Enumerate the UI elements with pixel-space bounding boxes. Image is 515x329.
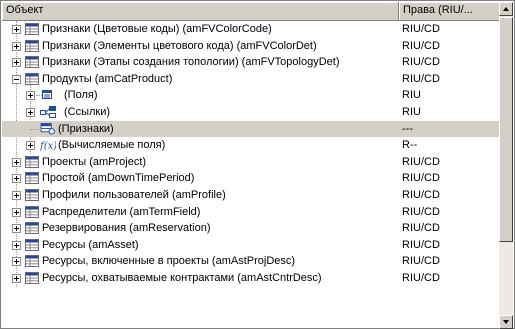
table-icon [25,23,39,35]
expand-plus-icon[interactable] [26,141,35,151]
row-label: Ресурсы, включенные в проекты (amAstProj… [42,255,296,268]
row-rights: RIU/CD [402,172,440,185]
scroll-thumb[interactable] [499,17,513,242]
tree-row[interactable]: Признаки (Цветовые коды) (amFVColorCode)… [2,21,500,38]
row-rights: RIU/CD [402,255,440,268]
row-label: (Ссылки) [64,105,111,118]
row-rights: RIU [402,105,421,118]
tree-row[interactable]: Продукты (amCatProduct) RIU/CD [2,71,500,88]
tree-row[interactable]: Признаки (Этапы создания топологии) (amF… [2,54,500,71]
calc-fields-icon: f(x) [40,141,56,151]
expand-plus-icon[interactable] [12,224,21,234]
tree-row[interactable]: Профили пользователей (amProfile) RIU/CD [2,187,500,204]
svg-text:f(x): f(x) [40,141,56,151]
expand-plus-icon[interactable] [12,58,21,68]
row-rights: RIU/CD [402,205,440,218]
tree-row[interactable]: Проекты (amProject) RIU/CD [2,154,500,171]
expand-plus-icon[interactable] [12,41,21,51]
row-label: Профили пользователей (amProfile) [42,188,226,201]
tree-row[interactable]: Ресурсы, охватываемые контрактами (amAst… [2,270,500,287]
row-label: Резервирования (amReservation) [42,222,211,235]
row-label: (Поля) [64,89,98,102]
row-label: Признаки (Этапы создания топологии) (amF… [42,56,340,69]
table-icon [25,255,39,268]
expand-plus-icon[interactable] [12,25,21,34]
table-icon [25,188,39,201]
tree-row[interactable]: Распределители (amTermField) RIU/CD [2,204,500,221]
arrow-down-icon [503,320,509,324]
column-header-rights[interactable]: Права (RIU/... [399,2,500,20]
tree-row[interactable]: Простой (amDownTimePeriod) RIU/CD [2,170,500,187]
row-rights: RIU/CD [402,271,440,284]
tree-list-view: Объект Права (RIU/... Признаки (Цветовые… [0,0,515,329]
row-rights: R-- [402,139,418,152]
vertical-scrollbar[interactable] [499,2,513,329]
table-icon [25,205,39,218]
row-rights: RIU [402,89,421,102]
row-rights: RIU/CD [402,188,440,201]
tree-row[interactable]: Признаки (Элементы цветового кода) (amFV… [2,38,500,55]
row-label: Ресурсы, охватываемые контрактами (amAst… [42,271,322,284]
collapse-minus-icon[interactable] [12,74,21,84]
row-rights: RIU/CD [402,238,440,251]
table-icon [25,155,39,168]
expand-plus-icon[interactable] [12,157,21,167]
tree-row[interactable]: (Ссылки) RIU [2,104,500,121]
table-icon [25,39,39,52]
row-label: Простой (amDownTimePeriod) [42,172,195,185]
scroll-down-button[interactable] [499,315,513,329]
expand-plus-icon[interactable] [12,257,21,267]
expand-plus-icon[interactable] [12,190,21,200]
table-icon [25,271,39,284]
row-rights: --- [402,122,413,135]
tree-row[interactable]: Резервирования (amReservation) RIU/CD [2,220,500,237]
row-rights: RIU/CD [402,72,440,85]
row-label: (Признаки) [58,122,114,135]
scroll-up-button[interactable] [499,2,513,16]
row-label: Признаки (Элементы цветового кода) (amFV… [42,39,317,52]
fields-icon [42,90,52,100]
row-rights: RIU/CD [402,39,440,52]
tree-row[interactable]: Ресурсы (amAsset) RIU/CD [2,237,500,254]
links-icon [40,105,56,118]
row-rights: RIU/CD [402,56,440,69]
row-rights: RIU/CD [402,155,440,168]
tree-row[interactable]: (Поля) RIU [2,87,500,104]
expand-plus-icon[interactable] [12,240,21,250]
row-label: (Вычисляемые поля) [58,139,166,152]
expand-plus-icon[interactable] [26,107,35,117]
features-icon [40,122,55,135]
tree-row[interactable]: f(x) (Вычисляемые поля) R-- [2,137,500,154]
table-icon [25,56,39,69]
table-icon [25,72,39,85]
expand-plus-icon[interactable] [26,91,35,101]
column-header: Объект Права (RIU/... [2,2,500,21]
expand-plus-icon[interactable] [12,273,21,283]
row-rights: RIU/CD [402,23,440,35]
row-label: Ресурсы (amAsset) [42,238,139,251]
row-label: Распределители (amTermField) [42,205,201,218]
row-label: Проекты (amProject) [42,155,147,168]
tree-rows: Признаки (Цветовые коды) (amFVColorCode)… [2,21,500,287]
row-label: Продукты (amCatProduct) [42,72,173,85]
arrow-up-icon [503,7,509,11]
tree-row[interactable]: Ресурсы, включенные в проекты (amAstProj… [2,253,500,270]
table-icon [25,238,39,251]
table-icon [25,222,39,235]
row-rights: RIU/CD [402,222,440,235]
expand-plus-icon[interactable] [12,174,21,184]
row-label: Признаки (Цветовые коды) (amFVColorCode) [42,23,272,35]
table-icon [25,172,39,185]
tree-row-selected[interactable]: (Признаки) --- [2,120,500,138]
column-header-object[interactable]: Объект [2,2,399,20]
expand-plus-icon[interactable] [12,207,21,217]
